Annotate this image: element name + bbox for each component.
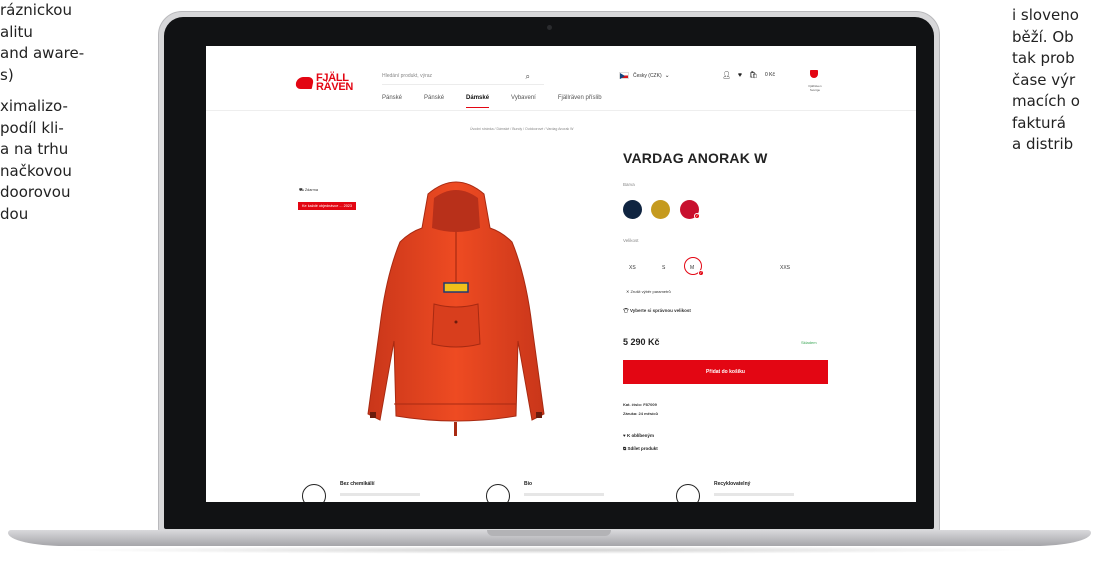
logo-wordmark: FJÄLL RÄVEN bbox=[316, 72, 354, 93]
laptop-shadow bbox=[60, 546, 1039, 554]
cart-icon[interactable]: 🛍︎ bbox=[749, 71, 758, 79]
left-text-line: a na trhu bbox=[0, 140, 69, 158]
color-swatch-ochre[interactable] bbox=[651, 200, 670, 219]
chevron-down-icon: ⌄ bbox=[664, 73, 670, 79]
feature-description bbox=[524, 493, 604, 496]
right-text-line: macích o bbox=[1012, 92, 1080, 110]
left-text-line: ximalizo- bbox=[0, 97, 68, 115]
size-option[interactable]: XXS bbox=[780, 265, 790, 271]
stock-status: Skladem bbox=[801, 340, 817, 345]
right-text-line: čase výr bbox=[1012, 70, 1076, 89]
heart-icon[interactable]: ♥ bbox=[738, 72, 742, 79]
nav-item[interactable]: Pánské bbox=[424, 95, 444, 108]
product-title: VARDAG ANORAK W bbox=[623, 150, 768, 166]
selected-check-icon: ✓ bbox=[698, 270, 704, 276]
add-to-favorites-link[interactable]: ♥ K oblíbeným bbox=[623, 433, 654, 438]
left-text-line: podíl kli- bbox=[0, 118, 64, 137]
left-text-line: načkovou bbox=[0, 161, 72, 180]
left-text-line: and aware- bbox=[0, 44, 85, 62]
right-text-line: i sloveno bbox=[1012, 6, 1079, 24]
size-label: Velikost bbox=[623, 238, 639, 243]
camera bbox=[547, 25, 552, 30]
search-icon[interactable]: ⌕ bbox=[526, 72, 530, 82]
user-icon[interactable]: 👤︎ bbox=[722, 71, 731, 79]
share-product-link[interactable]: ⧉ Sdílet produkt bbox=[623, 446, 658, 451]
header-utilities: 👤︎ ♥ 🛍︎ 0 Kč bbox=[722, 71, 775, 80]
language-selector[interactable]: Česky (CZK) ⌄ bbox=[619, 72, 670, 79]
laptop-notch bbox=[487, 530, 611, 536]
size-option[interactable]: XS bbox=[629, 265, 636, 271]
feature-title: Recyklovatelný bbox=[714, 481, 751, 487]
cart-total[interactable]: 0 Kč bbox=[765, 72, 775, 78]
add-to-cart-button[interactable]: Přidat do košíku bbox=[623, 360, 828, 384]
language-label: Česky (CZK) bbox=[633, 72, 662, 79]
search-input[interactable]: Hledání produkt, výraz ⌕ bbox=[382, 71, 544, 85]
breadcrumb[interactable]: Úvodní stránka / Dámské / Bundy / Outdoo… bbox=[470, 127, 573, 131]
size-option-selected[interactable]: M bbox=[690, 265, 694, 271]
size-option[interactable]: S bbox=[662, 265, 665, 271]
recycle-icon bbox=[676, 484, 700, 502]
delivery-tag: ⛟ Zdarma bbox=[299, 188, 318, 192]
right-text-line: fakturá bbox=[1012, 113, 1066, 132]
feature-title: Bio bbox=[524, 481, 533, 487]
fox-logo-icon bbox=[294, 77, 315, 89]
nav-item[interactable]: Fjällräven příslib bbox=[558, 95, 602, 108]
left-text-line: s) bbox=[0, 65, 14, 84]
laptop-screen: FJÄLL RÄVEN Hledání produkt, výraz ⌕ Čes… bbox=[206, 46, 916, 502]
feature-description bbox=[714, 493, 794, 496]
product-image[interactable] bbox=[356, 176, 556, 441]
feature-description bbox=[340, 493, 420, 496]
color-swatch-navy[interactable] bbox=[623, 200, 642, 219]
warranty: Záruka: 24 měsíců bbox=[623, 411, 658, 416]
country-badge-label: Fjällräven Sverige bbox=[808, 84, 822, 92]
gift-tag: Ke každé objednávce ... 2023 bbox=[298, 202, 357, 210]
right-paragraph: i sloveno běží. Ob tak prob čase výr mac… bbox=[1012, 5, 1080, 156]
reset-selection-link[interactable]: ✕ Zrušit výběr parametrů bbox=[626, 289, 671, 294]
brand-logo[interactable]: FJÄLL RÄVEN bbox=[294, 72, 354, 93]
size-guide-link[interactable]: 👕︎ Vyberte si správnou velikost bbox=[623, 308, 691, 314]
nav-item-active[interactable]: Dámské bbox=[466, 95, 490, 108]
left-paragraph: ráznickou alitu and aware- s) ximalizo- … bbox=[0, 0, 84, 235]
main-nav: Pánské Pánské Dámské Vybavení Fjällräven… bbox=[382, 95, 602, 108]
left-text-line: dou bbox=[0, 204, 29, 223]
no-chemicals-icon bbox=[302, 484, 326, 502]
right-text-line: běží. Ob bbox=[1012, 27, 1074, 46]
feature-title: Bez chemikálií bbox=[340, 481, 375, 487]
left-text-line: ráznickou bbox=[0, 1, 72, 19]
nav-divider bbox=[206, 110, 916, 111]
color-label: Barva bbox=[623, 182, 635, 187]
catalog-number: Kat. číslo: F87009 bbox=[623, 402, 657, 407]
right-text-line: a distrib bbox=[1012, 135, 1074, 153]
country-badge-icon[interactable] bbox=[807, 68, 821, 84]
right-text-line: tak prob bbox=[1012, 49, 1075, 67]
left-text-line: alitu bbox=[0, 22, 33, 41]
czech-flag-icon bbox=[619, 72, 629, 79]
nav-item[interactable]: Pánské bbox=[382, 95, 402, 108]
selected-check-icon: ✓ bbox=[694, 213, 700, 219]
product-price: 5 290 Kč bbox=[623, 337, 660, 347]
nav-item[interactable]: Vybavení bbox=[511, 95, 536, 108]
bio-icon bbox=[486, 484, 510, 502]
search-placeholder: Hledání produkt, výraz bbox=[382, 73, 433, 79]
left-text-line: doorovou bbox=[0, 183, 71, 201]
